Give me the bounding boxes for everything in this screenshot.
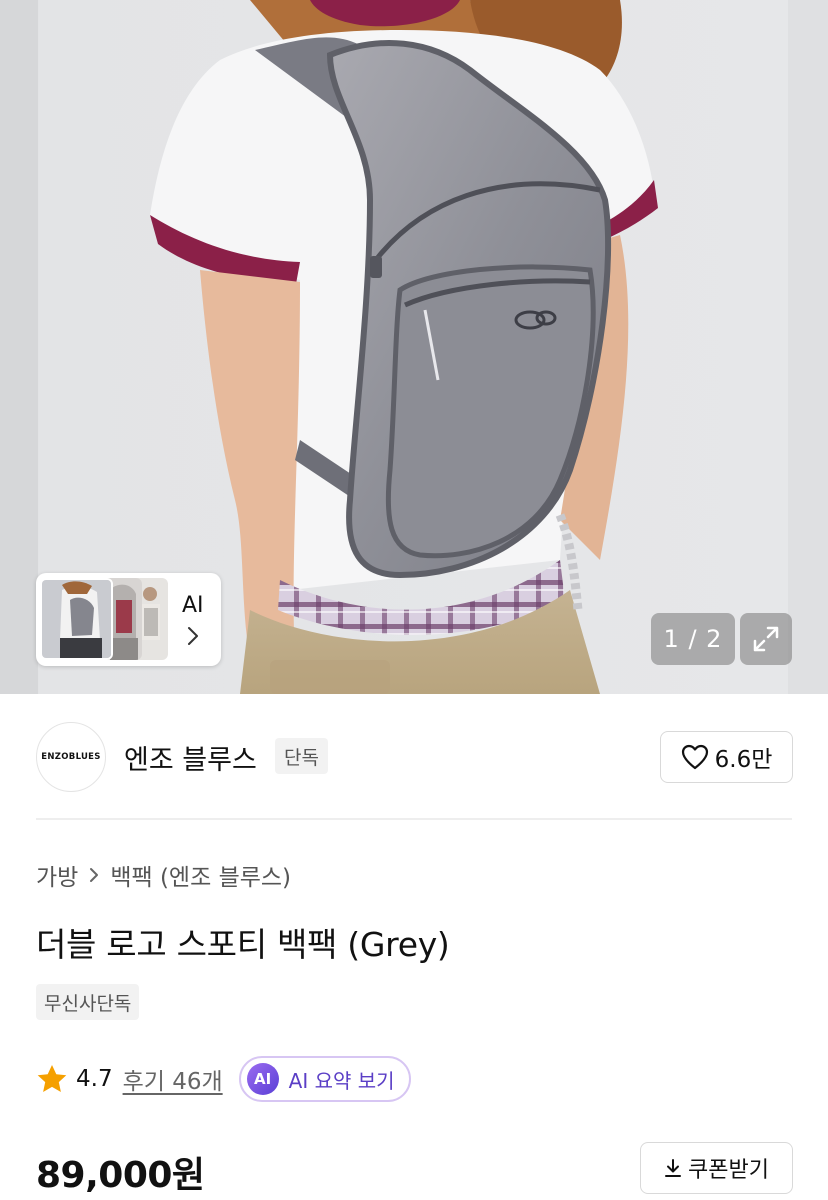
chevron-right-icon	[188, 627, 198, 645]
download-icon	[665, 1159, 682, 1177]
brand-name[interactable]: 엔조 블루스	[124, 738, 257, 777]
reviews-link[interactable]: 후기 46개	[123, 1062, 223, 1096]
thumbnail-strip[interactable]: AI	[36, 573, 221, 666]
like-button[interactable]: 6.6만	[660, 731, 793, 783]
ai-summary-button[interactable]: AI AI 요약 보기	[238, 1056, 411, 1102]
rating-value: 4.7	[76, 1066, 113, 1092]
brand-logo[interactable]: ENZOBLUES	[36, 722, 106, 792]
breadcrumb-subcategory[interactable]: 백팩 (엔조 블루스)	[110, 858, 291, 892]
breadcrumb: 가방 백팩 (엔조 블루스)	[36, 858, 291, 892]
image-page-indicator: 1 / 2	[651, 613, 735, 665]
expand-image-button[interactable]	[740, 613, 792, 665]
chevron-right-icon	[90, 868, 99, 882]
like-count: 6.6만	[714, 747, 773, 773]
expand-icon	[753, 626, 779, 652]
breadcrumb-category[interactable]: 가방	[36, 858, 78, 892]
exclusive-tag: 무신사단독	[36, 984, 140, 1020]
thumbnail-1-image	[42, 580, 111, 658]
product-price: 89,000원	[36, 1155, 205, 1196]
brand-exclusive-badge: 단독	[275, 738, 328, 774]
star-icon	[37, 1065, 67, 1092]
ai-badge-icon: AI	[246, 1063, 279, 1095]
coupon-label: 쿠폰받기	[688, 1158, 769, 1183]
heart-icon	[681, 744, 708, 770]
rating-row: 4.7 후기 46개 AI AI 요약 보기	[36, 1056, 411, 1102]
thumbnail-ai-label: AI	[182, 593, 204, 618]
brand-logo-text: ENZOBLUES	[41, 752, 101, 762]
section-divider	[36, 818, 792, 820]
ai-summary-label: AI 요약 보기	[288, 1068, 395, 1093]
coupon-button[interactable]: 쿠폰받기	[640, 1142, 793, 1194]
product-title: 더블 로고 스포티 백팩 (Grey)	[36, 925, 450, 964]
product-image-gallery[interactable]: AI 1 / 2	[0, 0, 828, 694]
thumbnail-1[interactable]	[40, 578, 113, 660]
